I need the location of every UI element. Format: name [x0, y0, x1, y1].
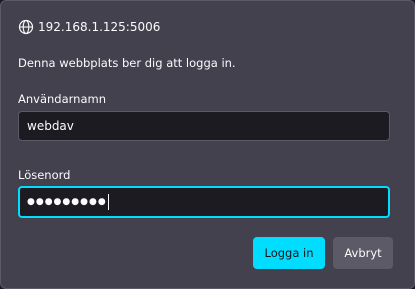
- username-field[interactable]: webdav: [18, 111, 390, 141]
- password-field[interactable]: ●●●●●●●●●: [18, 186, 390, 218]
- cancel-button[interactable]: Avbryt: [333, 237, 393, 269]
- globe-icon: [18, 19, 34, 35]
- username-value: webdav: [27, 119, 74, 133]
- text-caret: [107, 194, 109, 210]
- password-masked-value: ●●●●●●●●●: [27, 197, 107, 207]
- password-label: Lösenord: [18, 168, 71, 182]
- site-origin: 192.168.1.125:5006: [38, 20, 161, 34]
- login-prompt-message: Denna webbplats ber dig att logga in.: [18, 56, 236, 70]
- dialog-header: 192.168.1.125:5006: [18, 18, 160, 36]
- login-button[interactable]: Logga in: [253, 237, 325, 269]
- login-dialog: 192.168.1.125:5006 Denna webbplats ber d…: [0, 0, 415, 289]
- username-label: Användarnamn: [18, 92, 106, 106]
